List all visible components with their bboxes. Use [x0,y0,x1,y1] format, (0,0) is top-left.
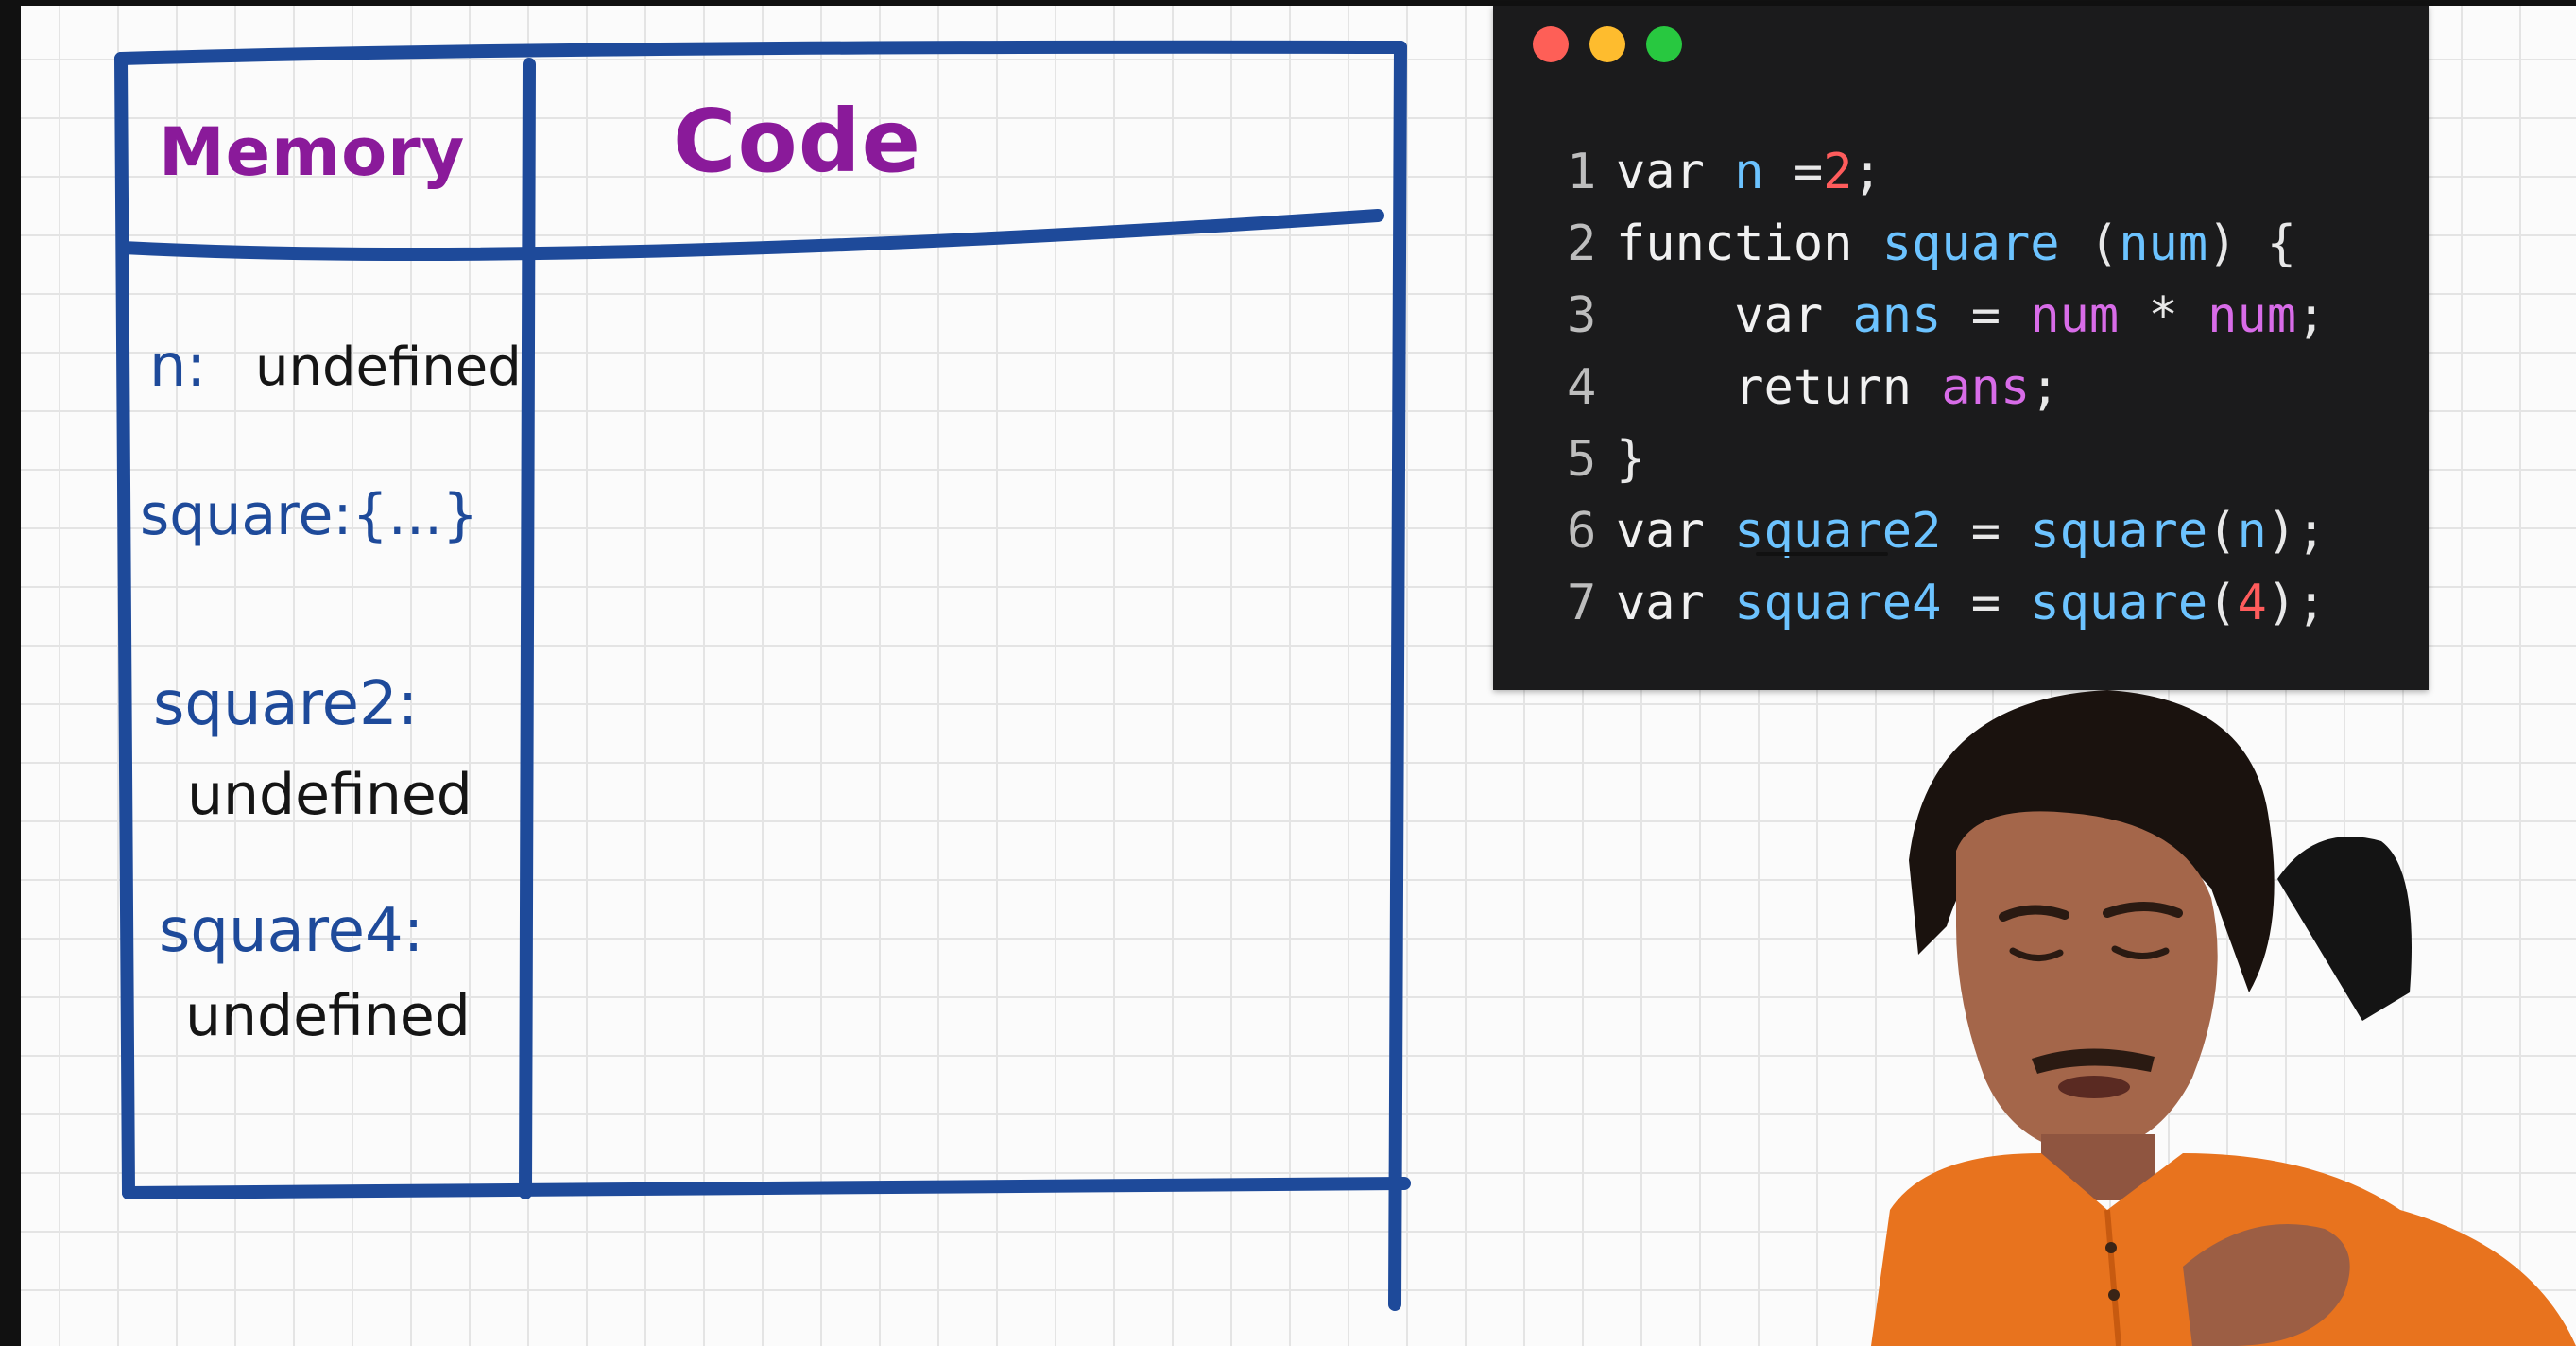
code-token: = [1793,144,1824,200]
code-block: 1 var n =2; 2 function square (num) {3 var … [1567,136,2326,639]
code-token: } [1616,431,1646,488]
chair-back [2277,837,2412,1021]
code-token: ; [2030,359,2060,416]
code-token: n [1734,144,1794,200]
line-number: 6 [1567,503,1597,560]
memory-entry-square: square:{...} [140,482,479,548]
code-token: = [1970,503,2031,560]
code-line: 5} [1567,423,2326,495]
code-token: var [1616,575,1735,631]
minimize-window-dot[interactable] [1589,26,1625,62]
code-token: ans [1941,359,2031,416]
code-token: square [1881,216,2089,272]
table-header-line [116,209,1384,262]
code-token: ( [2207,503,2238,560]
code-token: var [1616,287,1853,344]
face [1956,811,2218,1153]
code-token: ) { [2207,216,2297,272]
kurta-button-2 [2108,1289,2120,1301]
code-token: ( [2207,575,2238,631]
code-editor-window: 1 var n =2; 2 function square (num) {3 var … [1493,6,2429,690]
code-token: return [1616,359,1942,416]
code-token: * [2148,287,2208,344]
code-token: ); [2266,503,2327,560]
line-number: 3 [1567,287,1597,344]
table-bottom-edge [122,1177,1411,1199]
table-right-edge [1388,41,1407,1311]
mouth [2058,1076,2130,1098]
line-number: 1 [1567,144,1597,200]
table-top-edge [114,40,1407,65]
memory-entry-n-value: undefined [255,336,522,398]
code-token: num [2119,216,2208,272]
code-token: num [2030,287,2149,344]
code-line: 7 var square4 = square(4); [1567,567,2326,639]
code-token: = [1970,575,2031,631]
code-line: 2 function square (num) { [1567,208,2326,280]
code-token: var [1616,144,1735,200]
code-token: square [2030,503,2208,560]
code-token: square4 [1734,575,1971,631]
line-number: 4 [1567,359,1597,416]
table-divider [519,58,536,1199]
memory-entry-square4-value: undefined [185,983,471,1049]
code-token: square2 [1734,503,1971,560]
code-header: Code [673,91,921,192]
code-token: square [2030,575,2208,631]
line-number: 7 [1567,575,1597,631]
line-number: 2 [1567,216,1597,272]
code-token: 2 [1823,144,1853,200]
memory-header: Memory [159,113,466,191]
code-token: function [1616,216,1882,272]
code-token: ); [2266,575,2327,631]
presenter-video [1871,681,2576,1346]
memory-entry-square2-label: square2: [153,669,419,739]
whiteboard: Memory Code n: undefined square:{...} sq… [0,0,1436,1346]
memory-entry-square4-label: square4: [159,896,424,966]
code-line: 4 return ans; [1567,352,2326,423]
code-line: 6 var square2 = square(n); [1567,495,2326,567]
presenter-figure [1871,690,2576,1346]
square2-underline-mark [1756,552,1888,556]
code-token: var [1616,503,1735,560]
code-token: num [2207,287,2297,344]
line-number: 5 [1567,431,1597,488]
code-token: 4 [2237,575,2267,631]
code-token: ans [1852,287,1971,344]
table-left-edge [114,52,135,1199]
code-token: ( [2088,216,2120,272]
code-line: 3 var ans = num * num; [1567,280,2326,352]
code-token: n [2237,503,2267,560]
close-window-dot[interactable] [1533,26,1569,62]
code-token: ; [1852,144,1882,200]
kurta-button-1 [2105,1242,2117,1253]
maximize-window-dot[interactable] [1646,26,1682,62]
code-line: 1 var n =2; [1567,136,2326,208]
code-token: ; [2296,287,2327,344]
memory-entry-n-label: n: [149,331,207,400]
code-token: = [1970,287,2031,344]
memory-entry-square2-value: undefined [187,762,472,828]
